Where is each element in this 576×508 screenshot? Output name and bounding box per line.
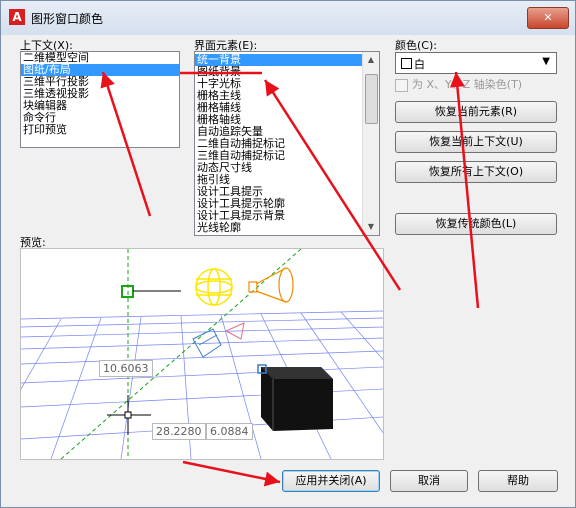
dimension-input-1: 10.6063 bbox=[99, 360, 153, 377]
title-bar[interactable]: A 图形窗口颜色 ✕ bbox=[1, 1, 575, 35]
window-title: 图形窗口颜色 bbox=[31, 12, 104, 26]
scroll-up-icon[interactable]: ▲ bbox=[363, 52, 379, 68]
light-sphere-icon bbox=[195, 268, 233, 306]
black-box-object bbox=[261, 367, 333, 431]
color-select[interactable]: 白 ▼ bbox=[395, 52, 557, 74]
spotlight-icon bbox=[248, 267, 294, 303]
restore-context-button[interactable]: 恢复当前上下文(U) bbox=[395, 131, 557, 153]
restore-all-button[interactable]: 恢复所有上下文(O) bbox=[395, 161, 557, 183]
scroll-thumb[interactable] bbox=[365, 74, 378, 124]
color-value: 白 bbox=[414, 58, 425, 71]
context-listbox[interactable]: 二维模型空间 图纸/布局 三维平行投影 三维透视投影 块编辑器 命令行 打印预览 bbox=[20, 51, 180, 148]
help-button[interactable]: 帮助 bbox=[478, 470, 558, 492]
element-list-item[interactable]: 光线轮廓 bbox=[195, 222, 362, 234]
dialog-window: A 图形窗口颜色 ✕ 上下文(X): 二维模型空间 图纸/布局 三维平行投影 三维透视… bbox=[0, 0, 576, 508]
autocad-logo-icon: A bbox=[9, 9, 25, 25]
elements-scrollbar[interactable]: ▲ ▼ bbox=[362, 52, 379, 235]
tint-axes-checkbox[interactable]: 为 X、Y、Z 轴染色(T) bbox=[395, 76, 522, 92]
checkbox-box[interactable] bbox=[395, 78, 408, 92]
restore-element-button[interactable]: 恢复当前元素(R) bbox=[395, 101, 557, 123]
apply-close-button[interactable]: 应用并关闭(A) bbox=[282, 470, 380, 492]
chevron-down-icon: ▼ bbox=[542, 56, 550, 67]
context-list-item[interactable]: 打印预览 bbox=[21, 124, 179, 136]
tint-axes-label: 为 X、Y、Z 轴染色(T) bbox=[412, 78, 523, 91]
preview-panel: 10.6063 28.2280 6.0884 bbox=[20, 248, 384, 460]
color-label: 颜色(C): bbox=[395, 39, 437, 52]
dimension-input-2: 28.2280 bbox=[152, 423, 206, 440]
color-swatch bbox=[401, 58, 412, 69]
elements-listbox[interactable]: 统一背景 图纸背景 十字光标 栅格主线 栅格辅线 栅格轴线 自动追踪矢量 二维自动捕捉标记 三维… bbox=[194, 51, 380, 236]
cancel-button[interactable]: 取消 bbox=[390, 470, 468, 492]
restore-classic-button[interactable]: 恢复传统颜色(L) bbox=[395, 213, 557, 235]
close-button[interactable]: ✕ bbox=[527, 7, 569, 29]
dimension-input-3: 6.0884 bbox=[206, 423, 253, 440]
scroll-down-icon[interactable]: ▼ bbox=[363, 219, 379, 235]
